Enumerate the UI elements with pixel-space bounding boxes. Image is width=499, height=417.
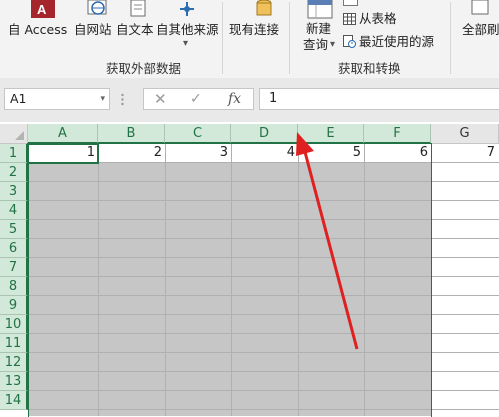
row-header-13[interactable]: 13 [0,372,28,391]
refresh-all-button[interactable]: 全部刷 [462,22,499,38]
cancel-icon[interactable]: ✕ [154,89,167,109]
existing-connections-button[interactable]: 现有连接 [229,22,279,38]
new-query-button[interactable]: 查询 [303,37,328,53]
other-sources-icon [176,0,198,18]
name-box[interactable]: A1 ▾ [4,88,110,110]
active-cell-border [27,143,99,164]
from-table-label: 从表格 [359,11,397,26]
row-header-10[interactable]: 10 [0,315,28,334]
row-header-2[interactable]: 2 [0,163,28,182]
enter-check-icon[interactable]: ✓ [190,89,202,109]
name-box-value: A1 [10,91,27,106]
from-web-button[interactable]: 自网站 [74,22,112,38]
column-header-d[interactable]: D [231,124,298,144]
recent-sources-button[interactable]: 最近使用的源 [343,34,434,50]
get-transform-group-label: 获取和转换 [338,61,401,76]
group-separator [222,2,223,74]
row-header-9[interactable]: 9 [0,296,28,315]
from-text-button[interactable]: 自文本 [116,22,154,38]
from-access-button[interactable]: 自 Access [8,22,67,38]
formula-tools: ✕ ✓ fx [143,88,254,110]
row-header-5[interactable]: 5 [0,220,28,239]
name-box-dropdown-icon[interactable]: ▾ [100,89,105,109]
formula-bar-resize-handle[interactable] [121,93,124,106]
svg-text:A: A [37,2,47,17]
show-queries-icon [343,0,358,6]
column-header-f[interactable]: F [364,124,431,144]
recent-sources-label: 最近使用的源 [359,34,435,49]
new-query-icon [306,0,334,20]
select-all-button[interactable] [0,124,28,144]
row-header-7[interactable]: 7 [0,258,28,277]
row-header-11[interactable]: 11 [0,334,28,353]
column-header-e[interactable]: E [298,124,364,144]
access-icon: A [30,0,56,18]
select-all-triangle-icon [15,131,24,140]
ribbon: A 自 Access 自网站 自文本 自其他来源 ▾ 现有连接 获取外部数据 新… [0,0,499,79]
row-header-3[interactable]: 3 [0,182,28,201]
row-header-1[interactable]: 1 [0,144,28,163]
group-separator [450,2,451,74]
existing-connections-icon [254,0,274,18]
web-globe-icon [86,0,110,18]
column-header-a[interactable]: A [28,124,98,144]
formula-input[interactable]: 1 [259,88,499,110]
row-header-12[interactable]: 12 [0,353,28,372]
text-file-icon [128,0,148,18]
row-header-8[interactable]: 8 [0,277,28,296]
get-external-data-group-label: 获取外部数据 [106,61,182,76]
column-header-c[interactable]: C [165,124,231,144]
row-header-4[interactable]: 4 [0,201,28,220]
refresh-all-icon [470,0,492,16]
column-header-b[interactable]: B [98,124,165,144]
column-header-g[interactable]: G [431,124,499,144]
insert-function-icon[interactable]: fx [228,89,241,109]
cell-g1[interactable]: 7 [431,144,498,162]
new-query-label[interactable]: 新建 [306,21,331,37]
recent-sources-clock-icon [343,35,356,48]
row-header-6[interactable]: 6 [0,239,28,258]
other-sources-dropdown-icon[interactable]: ▾ [183,36,188,52]
row-header-14[interactable]: 14 [0,391,28,410]
selection-border [28,143,432,417]
show-queries-button[interactable] [343,0,361,8]
new-query-dropdown-icon[interactable]: ▾ [330,37,335,53]
group-separator [289,2,290,74]
from-table-button[interactable]: 从表格 [343,11,397,27]
table-grid-icon [343,13,356,25]
